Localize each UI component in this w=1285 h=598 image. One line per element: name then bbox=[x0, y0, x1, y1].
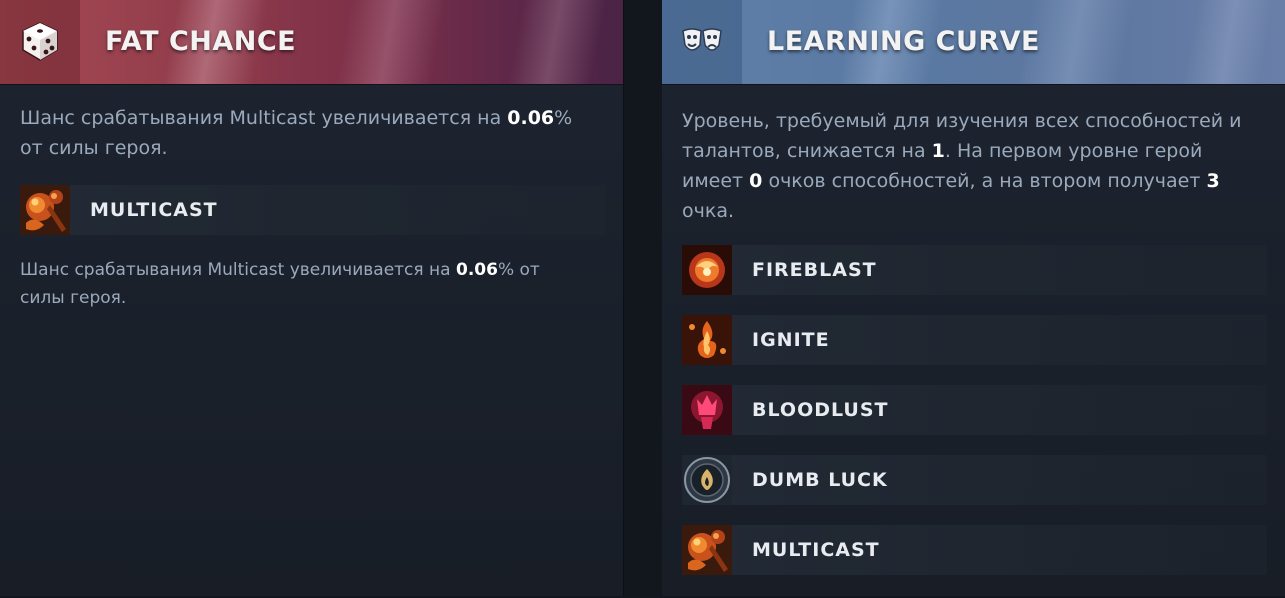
card-title: FAT CHANCE bbox=[105, 26, 297, 57]
card-title: LEARNING CURVE bbox=[767, 26, 1041, 57]
ability-row-dumb-luck[interactable]: DUMB LUCK bbox=[682, 455, 1267, 505]
ability-name: DUMB LUCK bbox=[752, 469, 888, 491]
ignite-icon bbox=[682, 315, 732, 365]
masks-icon bbox=[662, 0, 742, 84]
bloodlust-icon bbox=[682, 385, 732, 435]
ability-name: MULTICAST bbox=[752, 539, 880, 561]
ability-name: BLOODLUST bbox=[752, 399, 889, 421]
ability-row-multicast[interactable]: MULTICAST bbox=[20, 185, 605, 235]
fireblast-icon bbox=[682, 245, 732, 295]
multicast-icon bbox=[682, 525, 732, 575]
talent-cards: FAT CHANCE Шанс срабатывания Multicast у… bbox=[0, 0, 1285, 598]
talent-description: Шанс срабатывания Multicast увеличиваетс… bbox=[20, 107, 573, 159]
ability-row-fireblast[interactable]: FIREBLAST bbox=[682, 245, 1267, 295]
ability-description: Шанс срабатывания Multicast увеличиваетс… bbox=[20, 260, 540, 308]
dice-icon bbox=[0, 0, 80, 84]
ability-name: MULTICAST bbox=[90, 199, 218, 221]
ability-row-ignite[interactable]: IGNITE bbox=[682, 315, 1267, 365]
ability-row-bloodlust[interactable]: BLOODLUST bbox=[682, 385, 1267, 435]
learning-curve-card: LEARNING CURVE Уровень, требуемый для из… bbox=[662, 0, 1285, 596]
talent-description: Уровень, требуемый для изучения всех спо… bbox=[682, 110, 1242, 222]
ability-row-multicast[interactable]: MULTICAST bbox=[682, 525, 1267, 575]
dumb-luck-icon bbox=[682, 455, 732, 505]
multicast-icon bbox=[20, 185, 70, 235]
ability-name: IGNITE bbox=[752, 329, 830, 351]
learning-curve-header: LEARNING CURVE bbox=[662, 0, 1285, 85]
ability-name: FIREBLAST bbox=[752, 259, 877, 281]
fat-chance-header: FAT CHANCE bbox=[0, 0, 623, 85]
fat-chance-card: FAT CHANCE Шанс срабатывания Multicast у… bbox=[0, 0, 624, 596]
